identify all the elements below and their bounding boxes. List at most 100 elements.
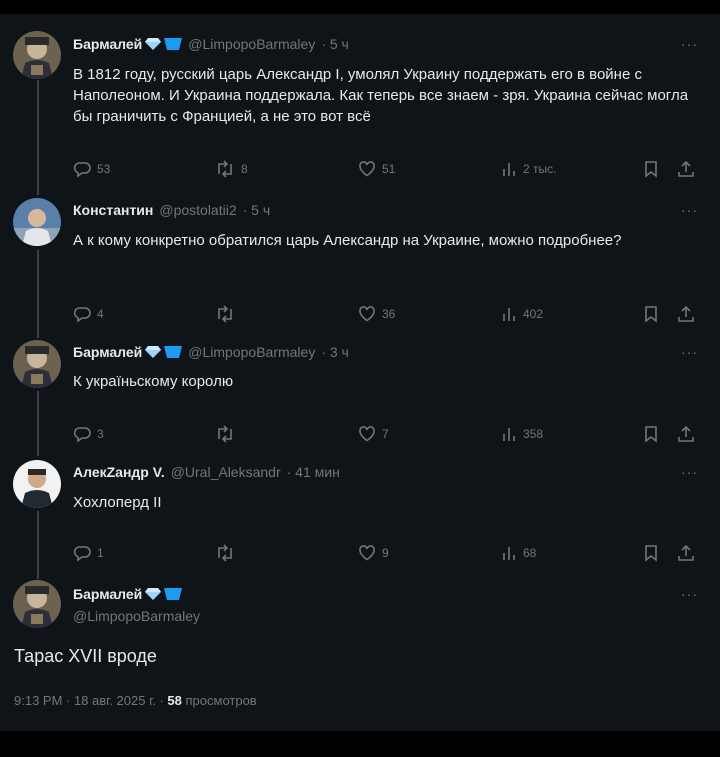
views-button[interactable]: 68 [501, 544, 536, 562]
tweet-text: Хохлоперд II [73, 494, 162, 511]
verified-badge-icon [164, 587, 183, 603]
avatar[interactable] [13, 31, 61, 79]
tweet-actions: 4 36 402 [73, 305, 698, 325]
reply-count: 4 [97, 307, 104, 321]
bookmark-button[interactable] [643, 160, 659, 178]
more-options-icon[interactable]: ··· [681, 202, 698, 218]
reply-count: 53 [97, 162, 111, 176]
user-handle[interactable]: @Ural_Aleksandr [171, 464, 281, 480]
like-button[interactable]: 51 [358, 160, 395, 178]
like-icon [359, 306, 375, 322]
avatar[interactable] [13, 580, 61, 628]
retweet-icon [218, 425, 232, 443]
tweet-time[interactable]: · 3 ч [321, 344, 349, 360]
retweet-icon [218, 544, 232, 562]
diamond-icon [145, 345, 162, 362]
tweet-time[interactable]: · 5 ч [321, 36, 349, 52]
views-button[interactable]: 2 тыс. [501, 160, 556, 178]
bookmark-icon [645, 161, 657, 178]
user-handle[interactable]: @postolatii2 [159, 202, 236, 218]
like-button[interactable]: 36 [358, 305, 395, 323]
reply-button[interactable]: 53 [73, 160, 110, 178]
main-tweet-text: Тарас XVII вроде [14, 646, 157, 666]
share-button[interactable] [677, 425, 695, 443]
tweet-header: Бармалей @LimpopoBarmaley · 5 ч [73, 36, 349, 54]
like-button[interactable]: 7 [358, 425, 389, 443]
user-handle[interactable]: @LimpopoBarmaley [188, 36, 315, 52]
user-handle[interactable]: @LimpopoBarmaley [73, 608, 200, 624]
more-options-icon[interactable]: ··· [681, 586, 698, 602]
verified-badge-icon [164, 345, 183, 361]
tweet-text: В 1812 году, русский царь Александр I, у… [73, 66, 689, 125]
like-icon [359, 426, 375, 442]
views-button[interactable]: 402 [501, 305, 543, 323]
user-handle[interactable]: @LimpopoBarmaley [188, 344, 315, 360]
like-icon [359, 545, 375, 561]
bookmark-icon [645, 545, 657, 562]
reply-button[interactable]: 1 [73, 544, 104, 562]
like-count: 7 [382, 427, 389, 441]
views-count: 2 тыс. [523, 162, 557, 176]
tweet-meta: 9:13 PM · 18 авг. 2025 г. · 58 просмотро… [14, 693, 257, 708]
views-icon [503, 547, 515, 560]
tweet-time[interactable]: · 5 ч [243, 202, 271, 218]
retweet-button[interactable] [215, 305, 241, 323]
display-name[interactable]: Бармалей [73, 586, 142, 602]
avatar[interactable] [13, 460, 61, 508]
bookmark-button[interactable] [643, 305, 659, 323]
like-button[interactable]: 9 [358, 544, 389, 562]
bookmark-button[interactable] [643, 544, 659, 562]
reply-button[interactable]: 3 [73, 425, 104, 443]
like-icon [359, 161, 375, 177]
reply-icon [73, 307, 91, 323]
views-count: 358 [523, 427, 544, 441]
views-icon [503, 163, 515, 176]
more-options-icon[interactable]: ··· [681, 344, 698, 360]
share-button[interactable] [677, 305, 695, 323]
more-options-icon[interactable]: ··· [681, 464, 698, 480]
share-button[interactable] [677, 160, 695, 178]
share-icon [678, 160, 694, 177]
reply-count: 3 [97, 427, 104, 441]
bottom-black-bar [0, 731, 720, 757]
tweet-time[interactable]: · 41 мин [287, 464, 340, 480]
reply-count: 1 [97, 546, 104, 560]
views-count: 58 [167, 693, 182, 708]
retweet-button[interactable] [215, 425, 241, 443]
display-name[interactable]: Бармалей [73, 344, 142, 360]
bookmark-button[interactable] [643, 425, 659, 443]
top-black-bar [0, 0, 720, 14]
verified-badge-icon [164, 37, 183, 53]
share-button[interactable] [677, 544, 695, 562]
thread-line [37, 80, 39, 195]
diamond-icon [145, 587, 162, 604]
display-name[interactable]: Бармалей [73, 36, 142, 52]
reply-button[interactable]: 4 [73, 305, 104, 323]
tweet-text: А к кому конкретно обратился царь Алекса… [73, 232, 622, 249]
avatar[interactable] [13, 340, 61, 388]
share-icon [678, 305, 694, 322]
tweet-header: Бармалей [73, 586, 183, 604]
retweet-count: 8 [241, 162, 248, 176]
diamond-icon [145, 37, 162, 54]
display-name[interactable]: АлекZандр V. [73, 464, 165, 480]
views-icon [503, 308, 515, 321]
retweet-button[interactable] [215, 544, 241, 562]
avatar[interactable] [13, 198, 61, 246]
timestamp[interactable]: 9:13 PM · 18 авг. 2025 г. · [14, 693, 164, 708]
display-name[interactable]: Константин [73, 202, 153, 218]
views-count: 402 [523, 307, 544, 321]
retweet-button[interactable]: 8 [215, 160, 248, 178]
tweet-header: Константин @postolatii2 · 5 ч [73, 202, 270, 218]
reply-icon [73, 427, 91, 443]
like-count: 9 [382, 546, 389, 560]
retweet-icon [218, 160, 232, 178]
share-icon [678, 544, 694, 561]
like-count: 36 [382, 307, 396, 321]
reply-icon [73, 546, 91, 562]
views-button[interactable]: 358 [501, 425, 543, 443]
thread-line [37, 391, 39, 456]
main-handle-row: @LimpopoBarmaley [73, 608, 200, 624]
tweet-actions: 3 7 358 [73, 425, 698, 445]
more-options-icon[interactable]: ··· [681, 36, 698, 52]
